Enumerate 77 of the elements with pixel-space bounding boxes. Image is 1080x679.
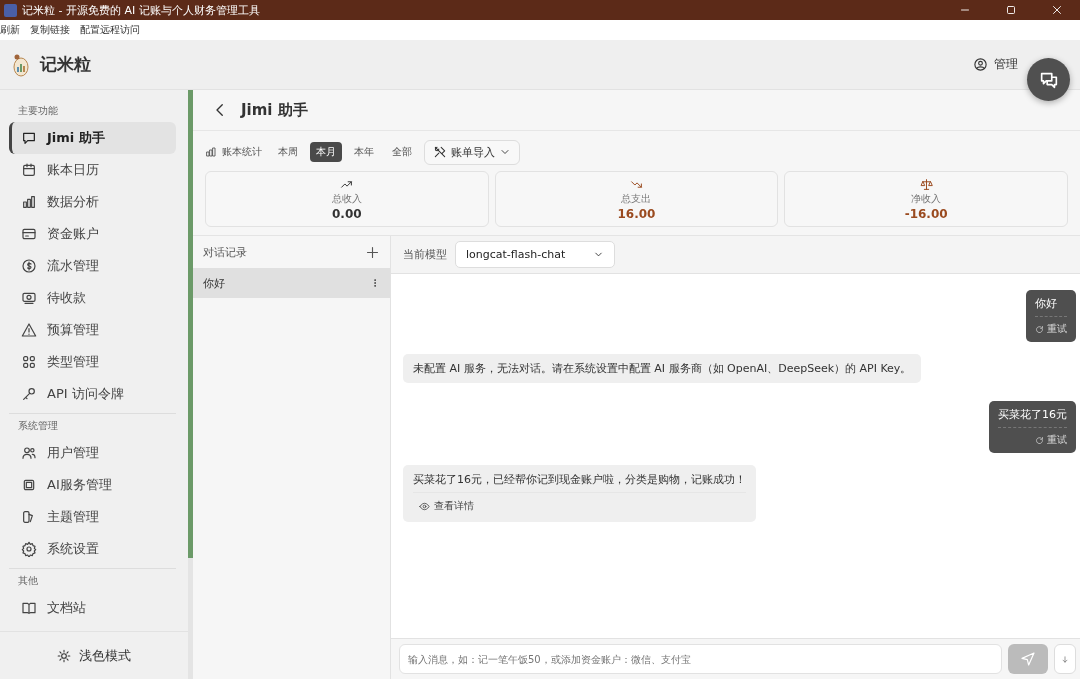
sidebar-item[interactable]: 资金账户 — [9, 218, 176, 250]
stat-label: 总支出 — [621, 191, 652, 206]
sidebar-item[interactable]: API 访问令牌 — [9, 378, 176, 410]
theme-toggle[interactable]: 浅色模式 — [51, 645, 137, 666]
bar-chart-icon — [21, 194, 37, 210]
assistant-message: 未配置 AI 服务，无法对话。请在系统设置中配置 AI 服务商（如 OpenAI、DeepSeek）的 API Key。 — [403, 354, 922, 383]
sidebar-item[interactable]: 用户管理 — [9, 437, 176, 469]
stat-value: -16.00 — [904, 206, 948, 221]
period-tab[interactable]: 本年 — [348, 142, 380, 162]
sidebar-item[interactable]: 类型管理 — [9, 346, 176, 378]
conversations-title: 对话记录 — [203, 244, 247, 260]
calendar-icon — [21, 162, 37, 178]
import-button[interactable]: 账单导入 — [424, 139, 520, 165]
add-button[interactable] — [365, 244, 380, 260]
stat-value: 0.00 — [332, 206, 362, 221]
send-icon — [1020, 651, 1036, 667]
gear-icon — [21, 541, 37, 557]
sidebar-item[interactable]: 预算管理 — [9, 314, 176, 346]
tools-icon — [433, 145, 447, 159]
plus-icon — [365, 244, 380, 260]
users-icon — [21, 445, 37, 461]
user-message: 你好 重试 — [1026, 290, 1076, 342]
sidebar-item[interactable]: 数据分析 — [9, 186, 176, 218]
key-icon — [21, 386, 37, 402]
chip-icon — [21, 477, 37, 493]
retry-button[interactable]: 重试 — [1035, 433, 1067, 447]
stats-label: 账本统计 — [222, 145, 262, 159]
maximize-icon — [1005, 4, 1017, 16]
period-tab[interactable]: 全部 — [386, 142, 418, 162]
sidebar-item[interactable]: Jimi 助手 — [9, 122, 176, 154]
sidebar-item[interactable]: AI服务管理 — [9, 469, 176, 501]
bar-chart-icon — [205, 146, 217, 158]
grid-icon — [21, 354, 37, 370]
app-icon — [4, 3, 17, 17]
sidebar-item[interactable]: 系统设置 — [9, 533, 176, 565]
close-icon — [1051, 4, 1063, 16]
sidebar-item[interactable]: 流水管理 — [9, 250, 176, 282]
section-label: 其他 — [17, 574, 39, 588]
period-tab[interactable]: 本月 — [310, 142, 342, 162]
sidebar-item[interactable]: 账本日历 — [9, 154, 176, 186]
sidebar-item[interactable]: 主题管理 — [9, 501, 176, 533]
stat-value: 16.00 — [617, 206, 656, 221]
stat-label: 净收入 — [911, 191, 942, 206]
menu-item[interactable]: 刷新 — [0, 23, 20, 37]
message-input[interactable]: 输入消息，如：记一笔午饭50，或添加资金账户：微信、支付宝 — [399, 644, 1002, 674]
details-button[interactable]: 查看详情 — [413, 492, 746, 515]
assistant-message: 买菜花了16元，已经帮你记到现金账户啦，分类是购物，记账成功！ 查看详情 — [403, 465, 756, 522]
card-icon — [21, 226, 37, 242]
refresh-icon — [1035, 435, 1044, 445]
money-icon — [21, 290, 37, 306]
model-select[interactable]: longcat-flash-chat — [455, 241, 616, 268]
menu-item[interactable]: 复制链接 — [30, 23, 70, 37]
eye-icon — [419, 500, 430, 512]
chat-bubble-icon — [21, 130, 37, 146]
model-label: 当前模型 — [403, 247, 447, 262]
section-label: 系统管理 — [17, 419, 59, 433]
sidebar-item[interactable]: 待收款 — [9, 282, 176, 314]
user-icon — [973, 57, 988, 72]
sidebar-item[interactable]: 文档站 — [9, 592, 176, 624]
page-title: Jimi 助手 — [241, 100, 308, 120]
conversation-item[interactable]: 你好 — [193, 268, 390, 298]
user-menu[interactable]: 管理 — [994, 56, 1018, 73]
book-icon — [21, 600, 37, 616]
sun-icon — [57, 648, 71, 663]
retry-button[interactable]: 重试 — [1035, 322, 1067, 336]
scale-icon — [919, 177, 933, 191]
dollar-icon — [21, 258, 37, 274]
app-name: 记米粒 — [40, 53, 92, 76]
logo-icon — [12, 52, 30, 77]
stat-label: 总收入 — [331, 191, 362, 206]
menu-item[interactable]: 配置远程访问 — [80, 23, 140, 37]
section-label: 主要功能 — [17, 104, 59, 118]
window-title: 记米粒 - 开源免费的 AI 记账与个人财务管理工具 — [22, 2, 261, 18]
period-tab[interactable]: 本周 — [272, 142, 304, 162]
warning-icon — [21, 322, 37, 338]
user-message: 买菜花了16元 重试 — [989, 401, 1076, 453]
refresh-icon — [1035, 324, 1044, 334]
